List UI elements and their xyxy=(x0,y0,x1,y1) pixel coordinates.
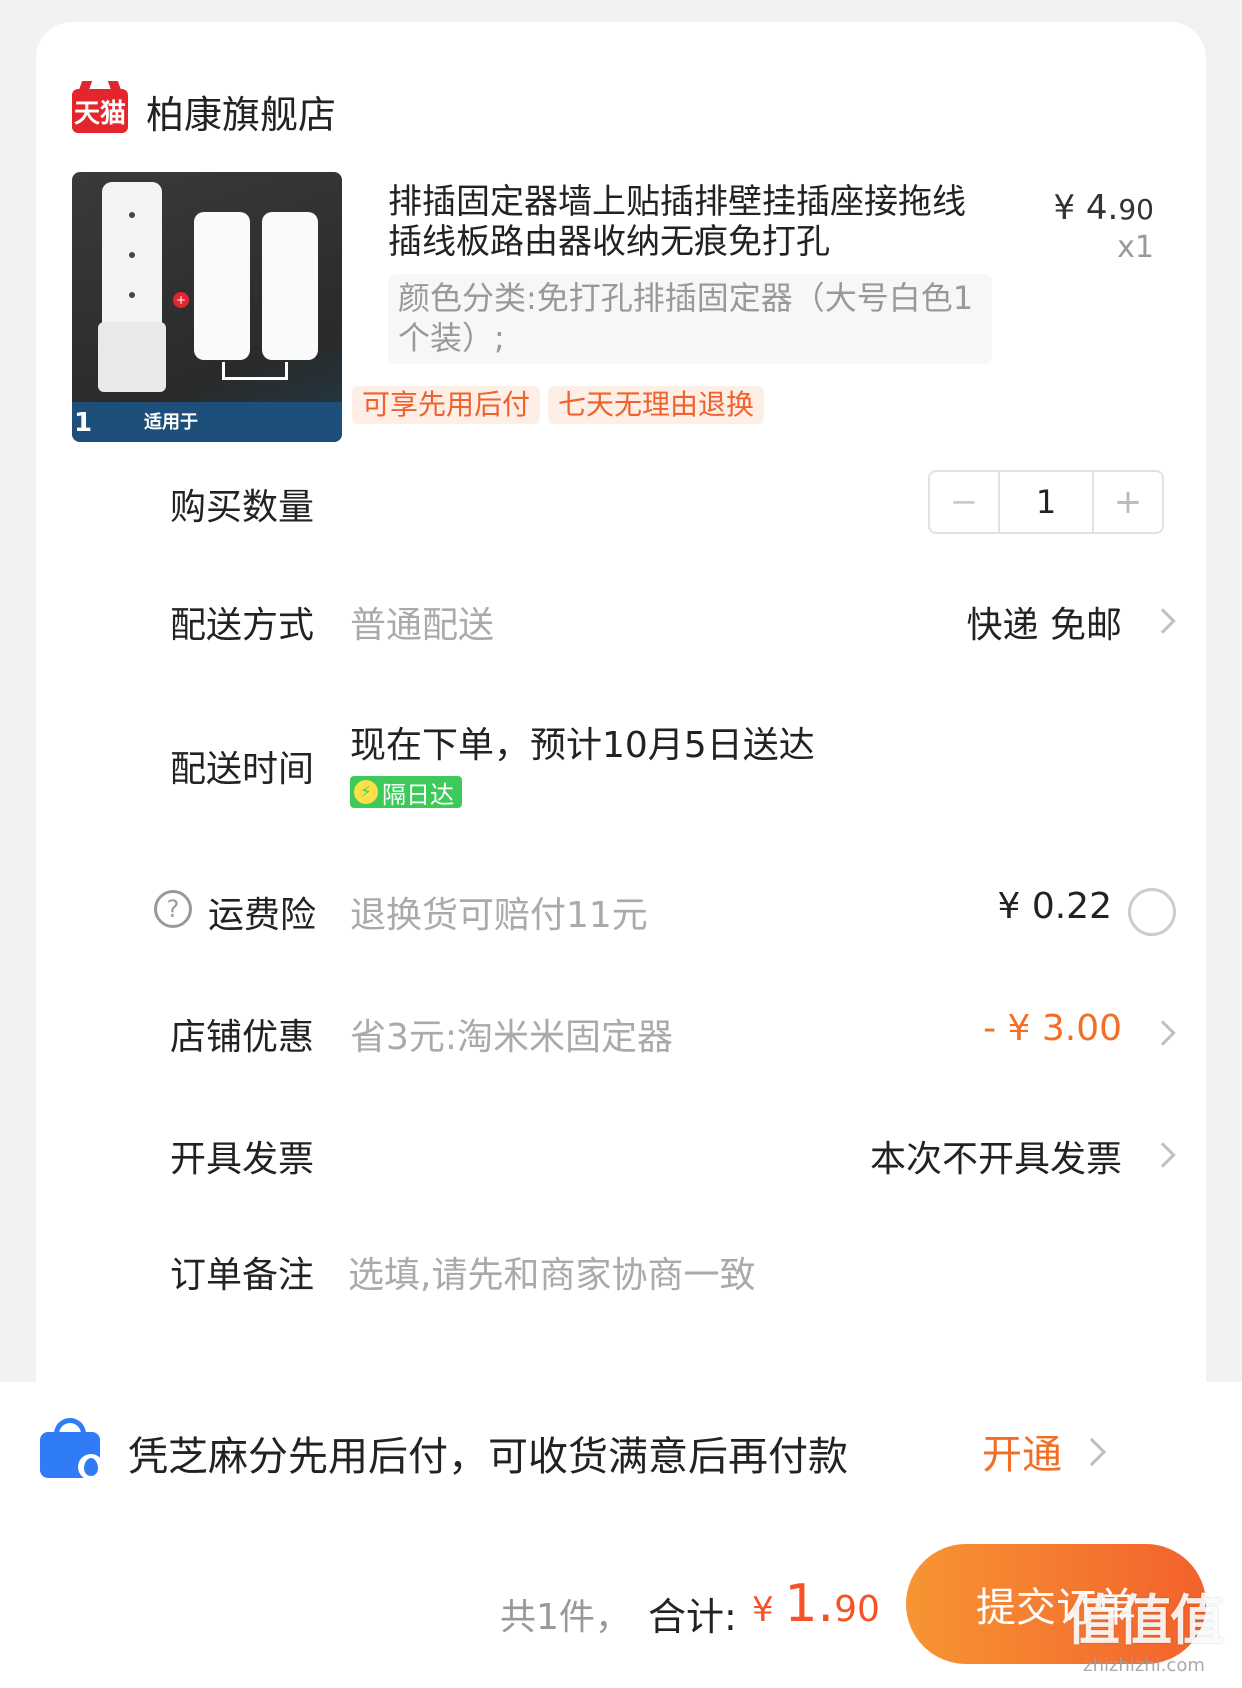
product-image-bracket-base xyxy=(98,322,166,392)
product-price: ¥ 4.90 xyxy=(1053,188,1154,228)
product-quantity: x1 xyxy=(1117,230,1154,265)
product-title[interactable]: 排插固定器墙上贴插排壁挂插座接拖线插线板路由器收纳无痕免打孔 xyxy=(388,182,988,262)
chevron-right-icon[interactable] xyxy=(1150,1020,1176,1046)
shop-name[interactable]: 柏康旗舰店 xyxy=(146,84,336,139)
product-image[interactable]: + 1 适用于 xyxy=(72,172,342,442)
quantity-label: 购买数量 xyxy=(170,487,315,528)
invoice-label: 开具发票 xyxy=(170,1139,315,1180)
watermark-url: zhizhizhi.com xyxy=(1083,1655,1205,1676)
help-icon[interactable]: ? xyxy=(154,890,192,928)
next-day-label: 隔日达 xyxy=(382,780,454,809)
price-integer: ¥ 4. xyxy=(1053,188,1119,228)
freight-insurance-label: 运费险 xyxy=(208,895,317,936)
watermark-logo: 值值值 xyxy=(1066,1589,1224,1652)
bottom-bar: 凭芝麻分先用后付，可收货满意后再付款 开通 共1件， 合计: ¥ 1.90 提交… xyxy=(0,1382,1242,1688)
freight-insurance-price: ¥ 0.22 xyxy=(997,886,1112,927)
store-discount-value[interactable]: - ¥ 3.00 xyxy=(983,1008,1122,1049)
quantity-stepper[interactable]: − 1 + xyxy=(928,470,1164,534)
pay-later-promo[interactable]: 凭芝麻分先用后付，可收货满意后再付款 xyxy=(128,1424,848,1482)
freight-insurance-desc: 退换货可赔付11元 xyxy=(350,895,648,936)
freight-insurance-radio[interactable] xyxy=(1128,888,1176,936)
total-yen: ¥ xyxy=(752,1590,785,1630)
quantity-value[interactable]: 1 xyxy=(1000,472,1092,532)
lightning-icon: ⚡ xyxy=(354,780,378,804)
order-card: 天猫 柏康旗舰店 + 1 适用于 排插固定器墙上贴插排壁挂插座接拖线插线板路由器… xyxy=(36,22,1206,1452)
chevron-right-icon[interactable] xyxy=(1150,1142,1176,1168)
total-label: 合计: xyxy=(648,1595,737,1639)
decrement-button[interactable]: − xyxy=(930,472,1000,532)
store-discount-label: 店铺优惠 xyxy=(170,1017,315,1058)
shipping-value[interactable]: 快递 免邮 xyxy=(967,596,1122,648)
invoice-value[interactable]: 本次不开具发票 xyxy=(870,1130,1122,1182)
product-image-pad xyxy=(194,212,250,360)
chevron-right-icon[interactable] xyxy=(1077,1437,1107,1467)
total-integer: 1. xyxy=(784,1574,835,1634)
product-image-hole xyxy=(129,292,135,298)
delivery-estimate: 现在下单，预计10月5日送达 xyxy=(350,725,815,766)
total-decimal: 90 xyxy=(834,1589,880,1630)
item-count: 共1件， xyxy=(500,1597,631,1638)
product-image-plus-icon: + xyxy=(173,292,189,308)
tag-pay-later: 可享先用后付 xyxy=(352,386,541,424)
product-image-caption: 适用于 xyxy=(144,412,198,433)
product-image-pad xyxy=(262,212,318,360)
activate-button[interactable]: 开通 xyxy=(982,1422,1062,1480)
total-amount: ¥ 1.90 xyxy=(752,1574,880,1634)
delivery-time-label: 配送时间 xyxy=(170,749,315,790)
store-discount-desc[interactable]: 省3元:淘米米固定器 xyxy=(350,1008,673,1060)
product-image-arrow xyxy=(222,362,288,380)
next-day-badge: ⚡ 隔日达 xyxy=(350,776,462,809)
product-image-hole xyxy=(129,252,135,258)
tmall-logo: 天猫 xyxy=(72,89,128,133)
increment-button[interactable]: + xyxy=(1092,472,1162,532)
shopping-bag-icon xyxy=(40,1418,104,1480)
watermark: 值值值 zhizhizhi.com xyxy=(1066,1576,1224,1676)
shipping-label: 配送方式 xyxy=(170,605,315,646)
order-note-label: 订单备注 xyxy=(170,1255,315,1296)
order-note-input[interactable]: 选填,请先和商家协商一致 xyxy=(348,1246,755,1298)
sku-selector[interactable]: 颜色分类:免打孔排插固定器（大号白色1个装）; xyxy=(388,274,992,364)
product-image-hole xyxy=(129,212,135,218)
product-image-footer xyxy=(72,402,342,442)
shipping-method[interactable]: 普通配送 xyxy=(350,596,494,648)
price-decimal: 90 xyxy=(1118,193,1154,226)
tag-7day-return: 七天无理由退换 xyxy=(548,386,765,424)
shop-header[interactable]: 天猫 柏康旗舰店 xyxy=(72,66,336,156)
chevron-right-icon[interactable] xyxy=(1150,608,1176,634)
product-image-badge: 1 xyxy=(74,408,93,438)
